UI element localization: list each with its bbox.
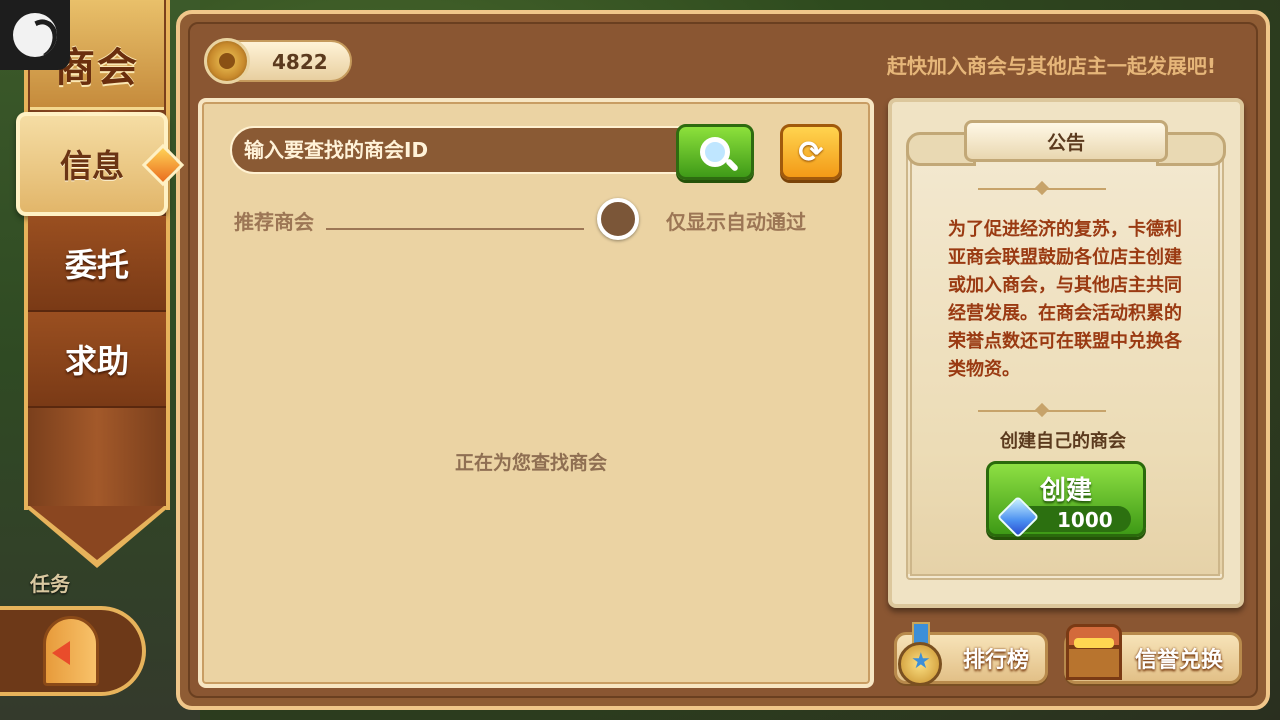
- notice-divider-top: [978, 180, 1106, 196]
- notice-title-ribbon: 公告: [964, 120, 1168, 162]
- create-cost: 1000: [1057, 508, 1113, 532]
- reputation-exchange-label: 信誉兑换: [1134, 648, 1223, 673]
- guild-search-panel: [198, 98, 874, 688]
- door-icon: [43, 616, 99, 686]
- notice-divider-bottom: [978, 402, 1106, 418]
- searching-status-text: 正在为您查找商会: [455, 452, 608, 474]
- search-icon: [700, 137, 730, 167]
- auto-approve-toggle[interactable]: [597, 198, 639, 240]
- tab-info-label: 信息: [59, 147, 124, 185]
- recommended-divider: [326, 228, 584, 230]
- notice-body: 为了促进经济的复苏，卡德利亚商会联盟鼓励各位店主创建或加入商会，与其他店主共同经…: [948, 219, 1182, 380]
- exit-door-button[interactable]: [0, 606, 146, 696]
- refresh-button[interactable]: ⟳: [780, 124, 842, 180]
- tab-commission[interactable]: 委托: [28, 216, 166, 312]
- create-guild-prompt: 创建自己的商会: [1000, 431, 1126, 452]
- coin-amount: 4822: [272, 50, 328, 74]
- create-guild-button[interactable]: 创建 1000: [986, 461, 1146, 539]
- header-tagline: 赶快加入商会与其他店主一起发展吧!: [886, 54, 1216, 78]
- auto-approve-label: 仅显示自动通过: [666, 210, 806, 234]
- recommended-guilds-label: 推荐商会: [234, 210, 314, 234]
- app-badge-icon[interactable]: [0, 0, 70, 70]
- notice-title: 公告: [1046, 131, 1085, 154]
- refresh-icon: ⟳: [798, 134, 824, 170]
- tab-help[interactable]: 求助: [28, 312, 166, 408]
- tab-commission-label: 委托: [64, 246, 129, 284]
- coin-counter: 4822: [204, 38, 352, 84]
- ranking-label: 排行榜: [962, 648, 1029, 673]
- guild-id-search-input[interactable]: [232, 128, 678, 172]
- search-button[interactable]: [676, 124, 754, 180]
- tab-help-label: 求助: [64, 342, 129, 380]
- coin-icon: [204, 38, 250, 84]
- guild-side-banner: 商会 信息 委托 求助: [16, 0, 170, 568]
- guild-id-search-field[interactable]: [230, 126, 680, 174]
- task-label: 任务: [30, 572, 70, 596]
- treasure-chest-icon: [1062, 624, 1126, 682]
- medal-icon: [894, 622, 948, 686]
